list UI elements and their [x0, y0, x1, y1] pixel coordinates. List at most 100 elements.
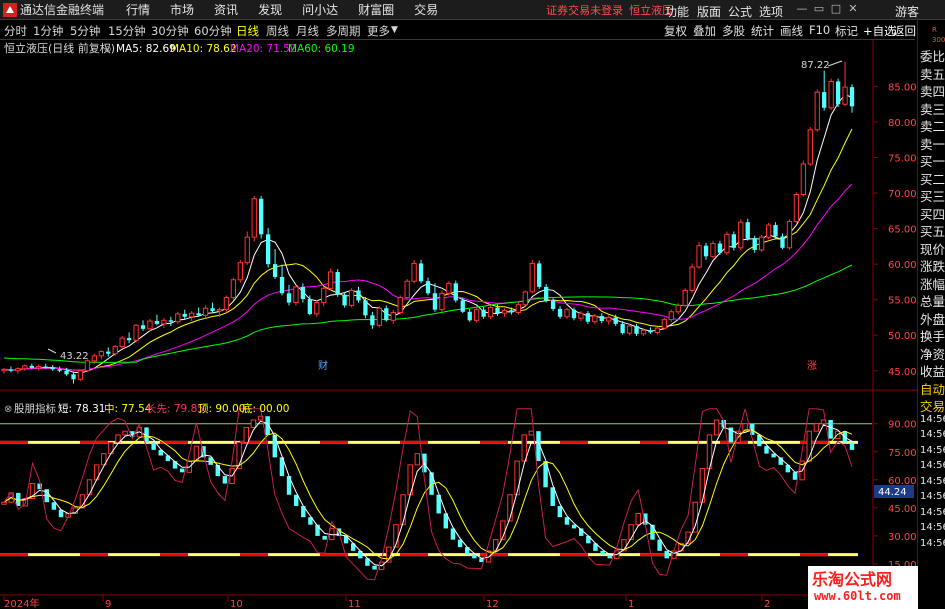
- candle-body: [140, 325, 146, 329]
- candle-body: [259, 198, 264, 235]
- tool-stats[interactable]: 统计: [751, 23, 774, 39]
- chevron-down-icon[interactable]: ▼: [391, 25, 398, 35]
- candle-body: [210, 308, 215, 312]
- indicator-settings-icon[interactable]: ⊗: [4, 404, 12, 415]
- menu-function[interactable]: 功能: [665, 3, 689, 20]
- tool-multistock[interactable]: 多股: [722, 23, 745, 39]
- period-toolbar: 分时 1分钟 5分钟 15分钟 30分钟 60分钟 日线 周线 月线 多周期 更…: [0, 21, 916, 40]
- menu-wealth[interactable]: 财富圈: [358, 1, 394, 18]
- candle-body: [793, 193, 800, 222]
- candle-body: [314, 302, 320, 315]
- period-multi[interactable]: 多周期: [326, 23, 361, 39]
- time-tick-label: 9: [105, 599, 111, 609]
- indicator-tick-label: 75.00: [888, 448, 917, 459]
- candle-body: [147, 320, 153, 330]
- settings-icon[interactable]: ⊗: [104, 45, 112, 55]
- side-label-item: 买四: [920, 206, 945, 222]
- indicator-name[interactable]: 股朋指标: [14, 402, 56, 415]
- maximize-icon[interactable]: □: [829, 2, 843, 16]
- candle-body: [467, 311, 472, 321]
- candle-body: [182, 313, 187, 317]
- indicator-bar: [179, 468, 185, 473]
- side-top-label: 300: [932, 36, 945, 44]
- period-more[interactable]: 更多: [367, 23, 390, 39]
- tool-f10[interactable]: F10: [809, 23, 830, 37]
- restore-icon[interactable]: ▭: [812, 2, 826, 16]
- indicator-bar: [828, 419, 833, 439]
- indicator-bar: [692, 501, 698, 533]
- menu-market[interactable]: 市场: [170, 1, 194, 18]
- side-label-item: 外盘: [920, 311, 945, 327]
- candle-body: [682, 289, 688, 306]
- rise-marker[interactable]: 涨: [807, 360, 817, 372]
- candle-body: [626, 325, 633, 334]
- menu-formula[interactable]: 公式: [728, 3, 752, 20]
- candle-body: [515, 304, 522, 313]
- indicator-long-label: 长先: 79.85: [146, 403, 204, 415]
- close-icon[interactable]: ✕: [846, 2, 860, 16]
- ma-line: [3, 93, 853, 374]
- financial-marker[interactable]: 财: [318, 359, 328, 372]
- candle-body: [648, 330, 653, 333]
- indicator-short-label: 短: 78.31: [58, 402, 105, 415]
- period-daily[interactable]: 日线: [236, 23, 259, 39]
- indicator-bar: [564, 517, 570, 525]
- side-label-item: 买三: [920, 189, 945, 204]
- tool-add-watchlist[interactable]: +自选: [863, 23, 896, 39]
- candle-body: [348, 289, 355, 306]
- indicator-bar: [472, 554, 477, 559]
- time-tick-label: 12: [486, 599, 499, 609]
- guest-label[interactable]: 游客: [895, 3, 919, 20]
- candlestick-series[interactable]: [1, 61, 855, 384]
- menu-discover[interactable]: 发现: [258, 1, 282, 18]
- candle-body: [356, 290, 361, 301]
- side-label-item: 现价: [920, 241, 945, 257]
- candle-body: [237, 262, 243, 281]
- candle-body: [71, 374, 76, 380]
- kline-chart[interactable]: 45.00 50.00 55.00 60.00 65.00 70.00 75.00 80.00…: [0, 40, 917, 609]
- price-tick-label: 75.00: [888, 154, 917, 165]
- side-label-item: 14:56: [920, 460, 945, 471]
- period-timeshare[interactable]: 分时: [4, 23, 27, 39]
- indicator-bar: [628, 524, 634, 541]
- period-15min[interactable]: 15分钟: [108, 23, 146, 39]
- menu-trade[interactable]: 交易: [414, 1, 438, 18]
- candle-body: [265, 234, 271, 265]
- period-30min[interactable]: 30分钟: [151, 23, 189, 39]
- tool-overlay[interactable]: 叠加: [693, 23, 716, 39]
- menu-quotes[interactable]: 行情: [126, 1, 150, 18]
- minimize-icon[interactable]: —: [795, 2, 809, 16]
- candle-body: [703, 245, 709, 257]
- tool-back[interactable]: 返回: [893, 23, 916, 39]
- tool-adjust[interactable]: 复权: [664, 23, 687, 39]
- period-5min[interactable]: 5分钟: [70, 23, 100, 39]
- period-60min[interactable]: 60分钟: [194, 23, 232, 39]
- tool-draw[interactable]: 画线: [780, 23, 803, 39]
- price-tick-label: 60.00: [888, 260, 917, 271]
- candle-body: [828, 80, 834, 109]
- chart-title: 恒立液压(日线 前复权): [4, 41, 115, 55]
- candle-body: [8, 369, 14, 371]
- login-status[interactable]: 证券交易未登录: [546, 2, 623, 18]
- candle-body: [370, 315, 375, 326]
- menu-layout[interactable]: 版面: [697, 3, 721, 20]
- candle-body: [384, 308, 389, 321]
- candle-body: [752, 238, 757, 250]
- menu-ask[interactable]: 问小达: [302, 1, 338, 18]
- menu-news[interactable]: 资讯: [214, 1, 238, 18]
- indicator-bar: [222, 476, 228, 484]
- period-1min[interactable]: 1分钟: [33, 23, 63, 39]
- candle-body: [15, 368, 21, 372]
- candle-body: [634, 325, 639, 334]
- period-monthly[interactable]: 月线: [296, 23, 319, 39]
- period-weekly[interactable]: 周线: [266, 23, 289, 39]
- menu-options[interactable]: 选项: [759, 3, 783, 20]
- time-tick-label: 2024年: [4, 597, 39, 609]
- tool-mark[interactable]: 标记: [835, 23, 858, 39]
- side-label-item[interactable]: 交易: [920, 396, 945, 415]
- indicator-bar: [151, 442, 156, 450]
- side-label-item[interactable]: 自动: [920, 379, 945, 398]
- indicator-bar: [86, 479, 93, 496]
- top-menu-bar: 通达信金融终端 行情 市场 资讯 发现 问小达 财富圈 交易 证券交易未登录 恒…: [0, 0, 945, 20]
- candle-body: [300, 286, 306, 299]
